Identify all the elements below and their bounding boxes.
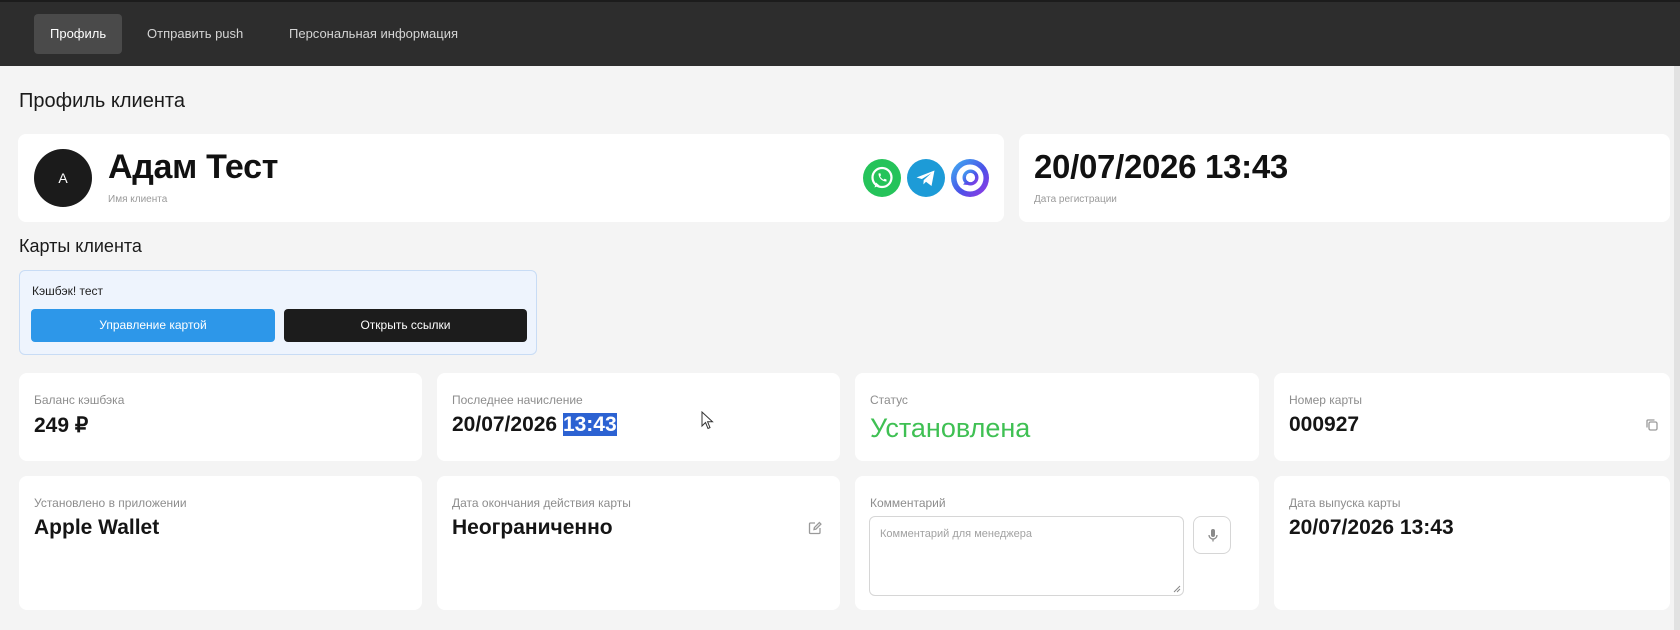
installed-in-card: Установлено в приложении Apple Wallet (19, 476, 422, 610)
edit-icon[interactable] (807, 520, 823, 536)
mouse-cursor-icon (701, 411, 714, 430)
last-accrual-value: 20/07/2026 13:43 (452, 413, 617, 437)
installed-in-value: Apple Wallet (34, 516, 160, 539)
registration-date-card: 20/07/2026 13:43 Дата регистрации (1019, 134, 1670, 222)
card-issue-date-card: Дата выпуска карты 20/07/2026 13:43 (1274, 476, 1670, 610)
tab-profile[interactable]: Профиль (34, 14, 123, 54)
telegram-icon[interactable] (907, 159, 945, 197)
card-number-value: 000927 (1289, 413, 1360, 436)
cashback-balance-label: Баланс кэшбэка (34, 393, 125, 407)
card-expiry-value: Неограниченно (452, 516, 613, 539)
comment-card: Комментарий Комментарий для менеджера (855, 476, 1259, 610)
last-accrual-time-selected: 13:43 (562, 413, 617, 436)
status-value: Установлена (870, 413, 1031, 443)
card-number-label: Номер карты (1289, 393, 1362, 407)
client-name-caption: Имя клиента (108, 194, 168, 205)
status-card: Статус Установлена (855, 373, 1259, 461)
max-messenger-icon[interactable] (951, 159, 989, 197)
tab-send-push[interactable]: Отправить push (131, 14, 259, 54)
last-accrual-card: Последнее начисление 20/07/2026 13:43 (437, 373, 840, 461)
client-header-card: A Адам Тест Имя клиента (18, 134, 1004, 222)
comment-placeholder: Комментарий для менеджера (880, 528, 1032, 540)
cashback-balance-value: 249 ₽ (34, 414, 89, 437)
resize-handle-icon[interactable] (1173, 585, 1181, 593)
avatar: A (34, 149, 92, 207)
status-label: Статус (870, 393, 908, 407)
microphone-button[interactable] (1193, 516, 1231, 554)
card-expiry-label: Дата окончания действия карты (452, 496, 631, 510)
card-expiry-card: Дата окончания действия карты Неограниче… (437, 476, 840, 610)
card-issue-date-value: 20/07/2026 13:43 (1289, 516, 1454, 539)
manage-card-button[interactable]: Управление картой (31, 309, 275, 342)
open-links-button[interactable]: Открыть ссылки (284, 309, 527, 342)
last-accrual-label: Последнее начисление (452, 393, 583, 407)
page-title: Профиль клиента (19, 90, 185, 112)
top-navigation: Профиль Отправить push Персональная инфо… (0, 0, 1680, 66)
card-issue-date-label: Дата выпуска карты (1289, 496, 1401, 510)
installed-in-label: Установлено в приложении (34, 496, 187, 510)
comment-input[interactable]: Комментарий для менеджера (869, 516, 1184, 596)
last-accrual-date: 20/07/2026 (452, 413, 558, 436)
copy-icon[interactable] (1644, 417, 1660, 433)
client-name: Адам Тест (108, 148, 279, 186)
tab-personal-info[interactable]: Персональная информация (273, 14, 474, 54)
whatsapp-icon[interactable] (863, 159, 901, 197)
microphone-icon (1208, 529, 1218, 542)
client-cards-title: Карты клиента (19, 236, 142, 256)
loyalty-card: Кэшбэк! тест Управление картой Открыть с… (19, 270, 537, 355)
cashback-balance-card: Баланс кэшбэка 249 ₽ (19, 373, 422, 461)
scrollbar-track[interactable] (1674, 66, 1680, 630)
loyalty-card-name: Кэшбэк! тест (32, 284, 104, 298)
comment-label: Комментарий (870, 496, 946, 510)
registration-date-value: 20/07/2026 13:43 (1034, 148, 1288, 185)
registration-date-caption: Дата регистрации (1034, 194, 1117, 205)
card-number-card: Номер карты 000927 (1274, 373, 1670, 461)
